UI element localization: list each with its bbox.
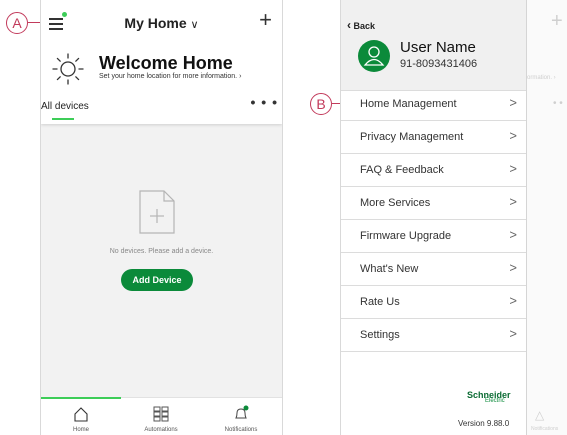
menu-item-label: What's New <box>360 263 419 275</box>
logo-subtext: Electric <box>485 398 505 404</box>
user-name: User Name <box>400 39 476 56</box>
empty-state-text: No devices. Please add a device. <box>109 248 214 255</box>
home-screen: My Home ∨ + Welcome Home Set your home l… <box>40 0 283 435</box>
avatar[interactable] <box>358 40 390 72</box>
callout-b: B <box>310 93 332 115</box>
tab-automations-label: Automations <box>144 427 178 433</box>
add-device-button[interactable]: Add Device <box>121 269 193 291</box>
menu-item-home-management[interactable]: Home Management > <box>341 88 526 121</box>
callout-a: A <box>6 12 28 34</box>
bell-icon <box>235 405 249 419</box>
menu-item-label: Firmware Upgrade <box>360 230 452 242</box>
background-notifications-label: Notifications <box>531 426 559 432</box>
background-more-icon: • • <box>553 98 563 109</box>
version-text: Version 9.88.0 <box>458 419 510 428</box>
menu-item-settings[interactable]: Settings > <box>341 319 526 352</box>
welcome-subtitle-link[interactable]: Set your home location for more informat… <box>99 73 241 80</box>
welcome-title: Welcome Home <box>99 53 233 73</box>
tab-all-devices[interactable]: All devices <box>41 101 89 112</box>
back-label: Back <box>353 21 376 31</box>
tab-notifications-label: Notifications <box>224 427 258 433</box>
tab-active-indicator <box>41 397 121 399</box>
schneider-logo: Schneider Electric <box>467 390 519 404</box>
menu-item-privacy-management[interactable]: Privacy Management > <box>341 121 526 154</box>
menu-item-label: Settings <box>360 329 400 341</box>
home-selector[interactable]: My Home ∨ <box>41 15 282 31</box>
tab-automations[interactable]: Automations <box>121 398 201 435</box>
grid-icon <box>153 406 169 422</box>
back-button[interactable]: ‹ Back <box>347 18 375 32</box>
home-header: My Home ∨ + Welcome Home Set your home l… <box>41 0 282 124</box>
drawer-screen: + ormation. › • • △ Notifications ‹ Back… <box>340 0 567 435</box>
tab-home[interactable]: Home <box>41 397 121 435</box>
user-icon <box>363 46 385 66</box>
menu-item-label: Privacy Management <box>360 131 464 143</box>
bottom-tab-bar: Home Automations Notifications <box>41 397 282 435</box>
menu-item-rate-us[interactable]: Rate Us > <box>341 286 526 319</box>
tab-home-label: Home <box>72 427 89 433</box>
chevron-right-icon: > <box>509 260 517 275</box>
tab-active-indicator <box>52 118 74 120</box>
menu-item-firmware-upgrade[interactable]: Firmware Upgrade > <box>341 220 526 253</box>
chevron-down-icon: ∨ <box>190 19 199 31</box>
menu-item-whats-new[interactable]: What's New > <box>341 253 526 286</box>
chevron-right-icon: > <box>509 326 517 341</box>
background-info-text: ormation. › <box>527 75 556 81</box>
background-bell-icon: △ <box>535 408 545 422</box>
side-drawer: ‹ Back User Name 91-8093431406 Home Mana… <box>341 0 527 435</box>
menu-item-label: More Services <box>360 197 431 209</box>
user-phone: 91-8093431406 <box>400 58 478 70</box>
back-chevron-icon: ‹ <box>347 18 351 32</box>
home-title: My Home <box>124 15 187 31</box>
chevron-right-icon: > <box>509 161 517 176</box>
chevron-right-icon: > <box>509 95 517 110</box>
empty-document-icon <box>139 190 175 234</box>
drawer-header: ‹ Back User Name 91-8093431406 <box>341 0 526 91</box>
tab-notifications[interactable]: Notifications <box>201 398 281 435</box>
menu-item-label: Rate Us <box>360 296 400 308</box>
chevron-right-icon: > <box>509 227 517 242</box>
more-options-icon[interactable]: • • • <box>251 94 278 110</box>
chevron-right-icon: > <box>509 293 517 308</box>
chevron-right-icon: > <box>509 194 517 209</box>
sun-icon <box>52 53 84 85</box>
menu-item-faq-feedback[interactable]: FAQ & Feedback > <box>341 154 526 187</box>
add-icon[interactable]: + <box>259 9 272 31</box>
menu-item-more-services[interactable]: More Services > <box>341 187 526 220</box>
chevron-right-icon: > <box>509 128 517 143</box>
menu-item-label: FAQ & Feedback <box>360 164 444 176</box>
house-icon <box>74 407 88 422</box>
menu-item-label: Home Management <box>360 98 457 110</box>
drawer-menu: Home Management > Privacy Management > F… <box>341 88 526 352</box>
background-add-icon: + <box>551 10 563 32</box>
